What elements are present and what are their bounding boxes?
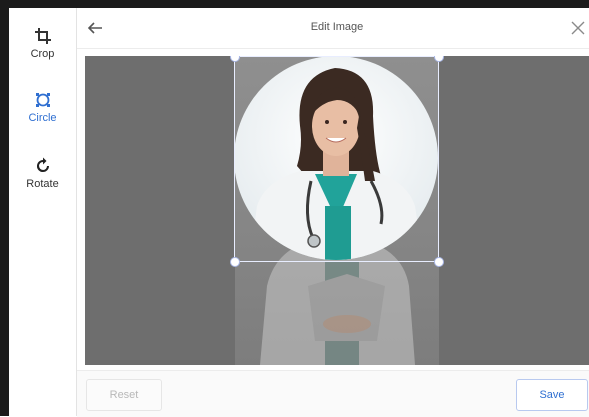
close-icon[interactable]: [569, 19, 587, 37]
window-frame-top: [0, 0, 589, 8]
reset-button[interactable]: Reset: [86, 379, 162, 411]
rotate-tool-label: Rotate: [26, 178, 59, 190]
crop-handle-bottom-right[interactable]: [434, 257, 444, 267]
circle-tool-label: Circle: [28, 112, 57, 124]
rotate-icon: [36, 157, 49, 172]
dialog-footer: Reset Save: [77, 370, 589, 417]
image-canvas[interactable]: [85, 56, 589, 365]
crop-handle-bottom-left[interactable]: [230, 257, 240, 267]
crop-tool-label: Crop: [30, 48, 55, 60]
save-button[interactable]: Save: [516, 379, 588, 411]
photo-doctor: [234, 56, 439, 365]
circle-crop-icon: [35, 93, 50, 107]
dialog-header: Edit Image: [77, 8, 589, 49]
window-frame-left: [0, 0, 9, 416]
dialog-title: Edit Image: [310, 21, 364, 33]
crop-tool-button[interactable]: Crop: [9, 26, 76, 60]
crop-icon: [34, 28, 51, 44]
tool-sidebar: Crop Circle Rotate: [9, 8, 77, 416]
rotate-tool-button[interactable]: Rotate: [9, 156, 76, 190]
circle-tool-button[interactable]: Circle: [9, 90, 76, 124]
